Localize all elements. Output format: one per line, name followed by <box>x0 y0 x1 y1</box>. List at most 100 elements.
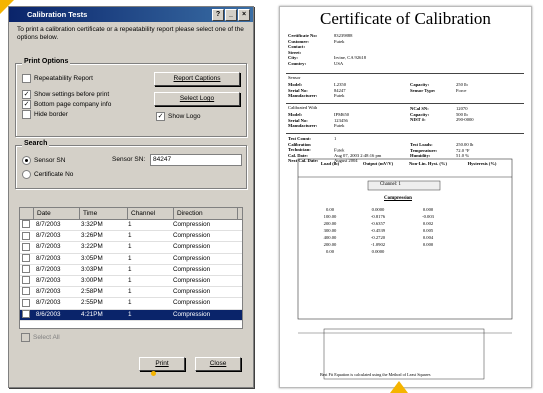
compression-label: Compression <box>384 196 412 201</box>
dialog-titlebar: Calibration Tests ? _ × <box>9 7 253 22</box>
table-cell: 1 <box>128 232 132 240</box>
cert-table-cell: 0.00 <box>325 249 335 254</box>
table-cell: Compression <box>173 254 211 262</box>
table-row[interactable]: 8/7/2003 3:05PM 1 Compression <box>20 253 242 265</box>
header-direction[interactable]: Direction <box>174 208 238 219</box>
table-cell: 8/7/2003 <box>36 299 61 307</box>
table-cell: 1 <box>128 243 132 251</box>
sensor-sn-field-label: Sensor SN: <box>112 156 146 163</box>
table-cell: 1 <box>128 299 132 307</box>
table-cell: Compression <box>173 243 211 251</box>
cert-table-cell: 0.000 <box>422 242 434 247</box>
print-options-group: Print Options Repeatability Report ✓ Show… <box>15 58 247 137</box>
table-cell: 3:26PM <box>81 232 103 240</box>
show-settings-checkbox[interactable]: ✓ Show settings before print <box>22 90 109 99</box>
row-checkbox[interactable] <box>20 287 33 297</box>
repeatability-report-checkbox[interactable]: Repeatability Report <box>22 74 93 83</box>
show-settings-label: Show settings before print <box>34 91 110 98</box>
cert-table-cell: -0.4539 <box>370 228 386 233</box>
cert-field: Country: USA <box>288 60 344 66</box>
cert-table-cell: 0.005 <box>422 228 434 233</box>
table-cell: Compression <box>173 299 211 307</box>
close-button[interactable]: Close <box>195 357 241 371</box>
table-row[interactable]: 8/7/2003 2:58PM 1 Compression <box>20 287 242 299</box>
close-icon[interactable]: × <box>238 9 250 21</box>
cert-table-cell: 400.00 <box>323 235 337 240</box>
select-logo-button[interactable]: Select Logo <box>154 92 240 106</box>
row-checkbox[interactable] <box>20 220 33 230</box>
table-cell: 2:58PM <box>81 288 103 296</box>
sensor-sn-radio[interactable]: Sensor SN <box>22 156 65 165</box>
row-checkbox[interactable] <box>20 276 33 286</box>
customer-fields: Certificate No: 83239888 Customer: Futek Con… <box>288 33 366 67</box>
minimize-icon[interactable]: _ <box>225 9 237 21</box>
row-checkbox[interactable] <box>20 231 33 241</box>
cert-table-cell: -0.003 <box>422 214 434 219</box>
calibration-table <box>297 158 513 380</box>
table-cell: 3:22PM <box>81 243 103 251</box>
row-checkbox[interactable] <box>20 309 33 320</box>
instrument-right-fields: NCal SN: 12070 Capacity: 500 lb NIST #: 290-0… <box>410 106 474 123</box>
bottom-page-label: Bottom page company info <box>34 101 112 108</box>
table-row[interactable]: 8/7/2003 3:03PM 1 Compression <box>20 265 242 276</box>
header-time[interactable]: Time <box>80 208 128 219</box>
table-row[interactable]: 8/6/2003 4:21PM 1 Compression <box>20 309 242 321</box>
row-checkbox[interactable] <box>20 253 33 264</box>
header-check <box>20 208 34 219</box>
certificate-title: Certificate of Calibration <box>320 9 491 28</box>
repeatability-report-label: Repeatability Report <box>34 75 93 82</box>
cert-table-header: Non-Lin. Hyst. (%) <box>408 161 448 166</box>
certificate-no-radio[interactable]: Certificate No <box>22 170 73 179</box>
bottom-page-checkbox[interactable]: ✓ Bottom page company info <box>22 100 111 109</box>
table-row[interactable]: 8/7/2003 3:32PM 1 Compression <box>20 220 242 232</box>
cert-field: Manufacturer: Futek <box>288 123 345 129</box>
search-group: Search Sensor SN Certificate No Sensor S… <box>15 140 247 189</box>
marker-triangle-icon <box>390 381 408 393</box>
channel-label: Channel: 1 <box>380 182 401 187</box>
table-cell: Compression <box>173 232 211 240</box>
cert-table-cell: -1.0902 <box>370 242 386 247</box>
dialog-title: Calibration Tests <box>27 10 88 19</box>
table-row[interactable]: 8/7/2003 2:55PM 1 Compression <box>20 298 242 310</box>
print-button[interactable]: Print <box>139 357 185 371</box>
cert-field: NIST #: 290-0000 <box>410 117 474 123</box>
header-date[interactable]: Date <box>34 208 80 219</box>
instrument-label: Calibrated With <box>288 105 318 110</box>
divider <box>286 133 524 134</box>
table-cell: 3:03PM <box>81 265 103 273</box>
instrument-fields: Model: IPM650 Serial No: 123456 Manufacturer… <box>288 112 349 129</box>
select-all-checkbox[interactable]: Select All <box>21 333 60 342</box>
cert-table-header: Load (lb) <box>320 161 340 166</box>
table-row[interactable]: 8/7/2003 3:26PM 1 Compression <box>20 231 242 243</box>
table-row[interactable]: 8/7/2003 3:22PM 1 Compression <box>20 242 242 254</box>
cert-table-header: Hysteresis (%) <box>467 161 497 166</box>
help-icon[interactable]: ? <box>212 9 224 21</box>
cert-table-cell: 200.00 <box>323 221 337 226</box>
cert-field: Sensor Type: Force <box>410 87 467 93</box>
row-checkbox[interactable] <box>20 265 33 275</box>
table-cell: 3:05PM <box>81 254 103 262</box>
row-checkbox[interactable] <box>20 298 33 308</box>
certificate-page: Certificate of Calibration Certificate N… <box>279 6 532 388</box>
show-logo-checkbox[interactable]: ✓ Show Logo <box>156 112 201 121</box>
table-cell: 8/7/2003 <box>36 232 61 240</box>
table-cell: 2:55PM <box>81 299 103 307</box>
cert-table-cell: 0.000 <box>422 207 434 212</box>
table-cell: 8/7/2003 <box>36 265 61 273</box>
cert-table-cell: -0.8176 <box>370 214 386 219</box>
row-checkbox[interactable] <box>20 242 33 252</box>
show-logo-label: Show Logo <box>168 113 201 120</box>
hide-border-checkbox[interactable]: Hide border <box>22 110 68 119</box>
table-cell: 8/6/2003 <box>36 310 61 318</box>
table-cell: 1 <box>128 310 132 318</box>
table-row[interactable]: 8/7/2003 3:00PM 1 Compression <box>20 276 242 288</box>
table-cell: 8/7/2003 <box>36 243 61 251</box>
cert-table-cell: 0.00 <box>325 207 335 212</box>
table-cell: 1 <box>128 288 132 296</box>
cert-table-cell: 0.004 <box>422 235 434 240</box>
report-captions-button[interactable]: Report Captions <box>154 72 240 86</box>
header-channel[interactable]: Channel <box>128 208 174 219</box>
sensor-sn-input[interactable]: 84247 <box>150 154 242 166</box>
channel-box <box>367 180 441 191</box>
table-cell: 3:32PM <box>81 221 103 228</box>
